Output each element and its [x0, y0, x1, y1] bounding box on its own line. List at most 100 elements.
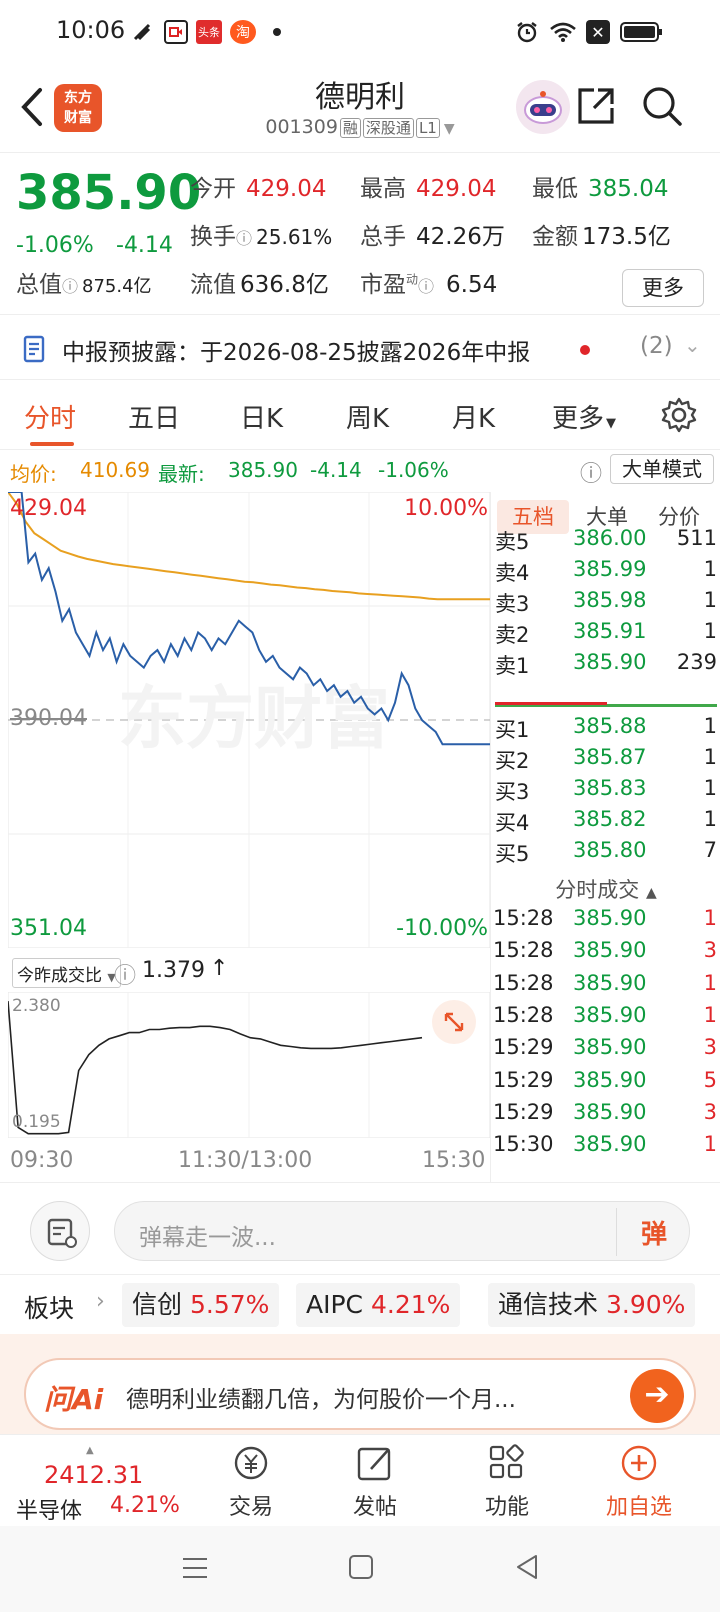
share-button[interactable]	[572, 82, 620, 130]
caret-down-icon: ▼	[606, 416, 617, 431]
chip-name: 通信技术	[498, 1290, 599, 1319]
amount-value: 173.5亿	[582, 224, 671, 250]
danmu-input[interactable]: 弹幕走一波... 弹	[114, 1201, 690, 1261]
volume-ratio-chart[interactable]: 今昨成交比 ▼ ⓘ 1.379 ↑ 2.380 0.195	[8, 952, 490, 1138]
search-button[interactable]	[638, 82, 686, 130]
y-min-label: 351.04	[10, 916, 87, 941]
settings-gear-icon[interactable]	[660, 396, 698, 434]
sector-chip-aipc[interactable]: AIPC 4.21%	[296, 1283, 461, 1327]
home-icon[interactable]	[346, 1552, 376, 1582]
bid-row[interactable]: 买5 385.80 7	[491, 838, 720, 870]
sector-chip-telecom[interactable]: 通信技术 3.90%	[488, 1283, 696, 1327]
trade-qty: 3	[703, 938, 717, 963]
low-label: 最低	[532, 176, 578, 202]
tab-weekly-k[interactable]: 周K	[346, 398, 389, 435]
chevron-down-icon[interactable]: ⌄	[684, 333, 701, 357]
share-icon	[578, 88, 614, 124]
high-label: 最高	[360, 176, 406, 202]
chevron-right-icon[interactable]: ›	[96, 1289, 105, 1314]
chip-pct: 5.57%	[189, 1290, 270, 1319]
tag-level[interactable]: L1	[415, 118, 440, 138]
ai-question-box[interactable]: 问Ai 德明利业绩翻几倍，为何股价一个月... ➔	[24, 1358, 696, 1430]
chip-pct: 3.90%	[605, 1290, 686, 1319]
arrow-up-icon: ↑	[210, 956, 229, 981]
nav-post[interactable]: 发帖	[320, 1443, 430, 1521]
nav-functions[interactable]: 功能	[452, 1443, 562, 1521]
intraday-chart[interactable]: 东方财富 429.04 10.00% 390.04 351.04 -10.00%	[7, 491, 491, 949]
ai-assistant-avatar[interactable]	[516, 80, 570, 134]
bid-row[interactable]: 买4 385.82 1	[491, 807, 720, 839]
ask-row[interactable]: 卖2 385.91 1	[491, 619, 720, 651]
level-qty: 1	[703, 714, 717, 738]
sector-chip-xinchuang[interactable]: 信创 5.57%	[122, 1283, 280, 1327]
amount-stat: 金额 173.5亿	[532, 217, 671, 251]
level-label: 卖3	[495, 592, 530, 616]
float-cap-label: 流值	[190, 272, 236, 298]
caret-up-icon: ▲	[86, 1445, 94, 1456]
order-book-panel: 五档 大单 分价 卖5 386.00 511 卖4 385.99 1 卖3 385.98 1 卖2…	[490, 492, 720, 1182]
arrow-right-icon[interactable]: ➔	[630, 1369, 684, 1423]
active-tab-indicator	[30, 442, 74, 446]
trade-price: 385.90	[573, 1035, 647, 1060]
bid-row[interactable]: 买2 385.87 1	[491, 745, 720, 777]
sector-label[interactable]: 板块	[24, 1289, 74, 1325]
chart-info-bar: 均价: 410.69 最新: 385.90 -4.14 -1.06% ⓘ 大单模…	[0, 450, 720, 488]
bid-row[interactable]: 买3 385.83 1	[491, 776, 720, 808]
market-cap-stat[interactable]: 总值ⓘ 875.4亿	[16, 265, 152, 299]
edit-icon	[357, 1447, 391, 1481]
disclosure-notice[interactable]: 中报预披露：于2026-08-25披露2026年中报 (2) ⌄	[0, 314, 720, 380]
trade-qty: 1	[703, 970, 717, 995]
open-stat: 今开 429.04	[190, 169, 326, 203]
info-icon[interactable]: ⓘ	[62, 277, 78, 296]
nav-trade[interactable]: 交易	[196, 1443, 306, 1521]
danmu-send-button[interactable]: 弹	[641, 1214, 667, 1251]
tab-intraday[interactable]: 分时	[24, 398, 76, 435]
back-triangle-icon[interactable]	[512, 1552, 542, 1582]
level-price: 385.90	[573, 650, 647, 674]
ask-row[interactable]: 卖4 385.99 1	[491, 557, 720, 589]
ask-row[interactable]: 卖1 385.90 239	[491, 650, 720, 682]
tab-daily-k[interactable]: 日K	[240, 398, 283, 435]
tab-monthly-k[interactable]: 月K	[452, 398, 495, 435]
level-qty: 1	[703, 745, 717, 769]
turnover-stat[interactable]: 换手ⓘ 25.61%	[190, 217, 332, 251]
help-icon[interactable]: ⓘ	[580, 456, 602, 488]
level-qty: 511	[676, 526, 717, 550]
caret-up-icon: ▲	[645, 885, 657, 901]
info-icon[interactable]: ⓘ	[418, 277, 434, 296]
ask-row[interactable]: 卖3 385.98 1	[491, 588, 720, 620]
no-sim-icon: ✕	[586, 20, 610, 44]
caret-down-icon[interactable]: ▼	[444, 121, 455, 137]
level-price: 385.88	[573, 714, 647, 738]
nav-post-label: 发帖	[352, 1495, 397, 1520]
bid-row[interactable]: 买1 385.88 1	[491, 714, 720, 746]
trades-header-label: 分时成交	[555, 878, 640, 902]
nav-trade-label: 交易	[228, 1495, 273, 1520]
time-label-open: 09:30	[10, 1148, 74, 1173]
tag-margin: 融	[339, 118, 361, 138]
big-order-mode-button[interactable]: 大单模式	[610, 454, 714, 484]
danmu-settings-icon	[47, 1218, 77, 1248]
info-icon[interactable]: ⓘ	[236, 229, 252, 248]
pe-stat[interactable]: 市盈动ⓘ 6.54	[360, 265, 497, 299]
level-qty: 1	[703, 588, 717, 612]
danmu-settings-button[interactable]	[30, 1201, 90, 1261]
nav-add-watchlist[interactable]: 加自选	[584, 1443, 694, 1521]
expand-button[interactable]	[432, 1000, 476, 1044]
divider	[616, 1208, 617, 1256]
tab-more[interactable]: 更多 ▼	[552, 398, 616, 435]
tab-five-day[interactable]: 五日	[128, 398, 180, 435]
trade-row: 15:28 385.90 1	[491, 906, 720, 938]
indicator-selector[interactable]: 今昨成交比 ▼	[12, 958, 121, 988]
trades-header[interactable]: 分时成交 ▲	[491, 874, 720, 904]
danmu-bar: 弹幕走一波... 弹	[0, 1182, 720, 1274]
latest-change: -4.14	[310, 458, 362, 482]
trade-time: 15:28	[493, 938, 554, 963]
volume-ratio-line	[8, 1001, 423, 1135]
trade-row: 15:28 385.90 1	[491, 1003, 720, 1035]
more-stats-button[interactable]: 更多	[622, 269, 704, 307]
chip-name: AIPC	[306, 1290, 364, 1319]
help-icon[interactable]: ⓘ	[114, 958, 136, 990]
menu-icon[interactable]	[180, 1554, 210, 1582]
ask-row[interactable]: 卖5 386.00 511	[491, 526, 720, 558]
